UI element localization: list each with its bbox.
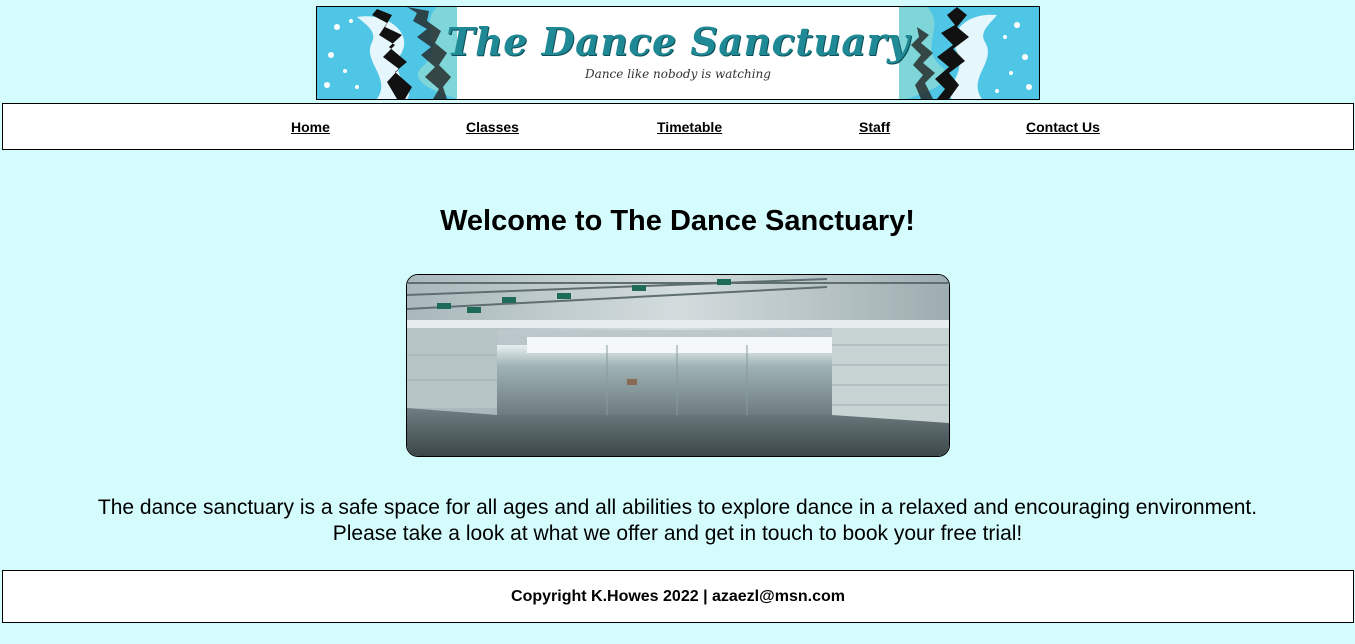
nav-link-timetable[interactable]: Timetable [657,119,722,135]
dance-studio-image [406,274,950,457]
nav-link-contact-us[interactable]: Contact Us [1026,119,1100,135]
page-title: Welcome to The Dance Sanctuary! [440,205,915,237]
nav-link-home[interactable]: Home [291,119,330,135]
nav-link-staff[interactable]: Staff [859,119,890,135]
intro-line-1: The dance sanctuary is a safe space for … [97,496,1258,519]
main-nav: Home Classes Timetable Staff Contact Us [2,103,1354,150]
site-footer: Copyright K.Howes 2022 | azaezl@msn.com [2,570,1354,623]
nav-link-classes[interactable]: Classes [466,119,519,135]
intro-text: The dance sanctuary is a safe space for … [0,495,1355,547]
intro-line-2: Please take a look at what we offer and … [332,522,1023,545]
studio-photo-icon [407,275,949,456]
banner-title: The Dance Sanctuary [446,19,910,64]
banner-tagline: Dance like nobody is watching [585,67,771,81]
footer-copyright: Copyright K.Howes 2022 | azaezl@msn.com [511,588,845,605]
site-banner: The Dance Sanctuary Dance like nobody is… [316,6,1040,100]
